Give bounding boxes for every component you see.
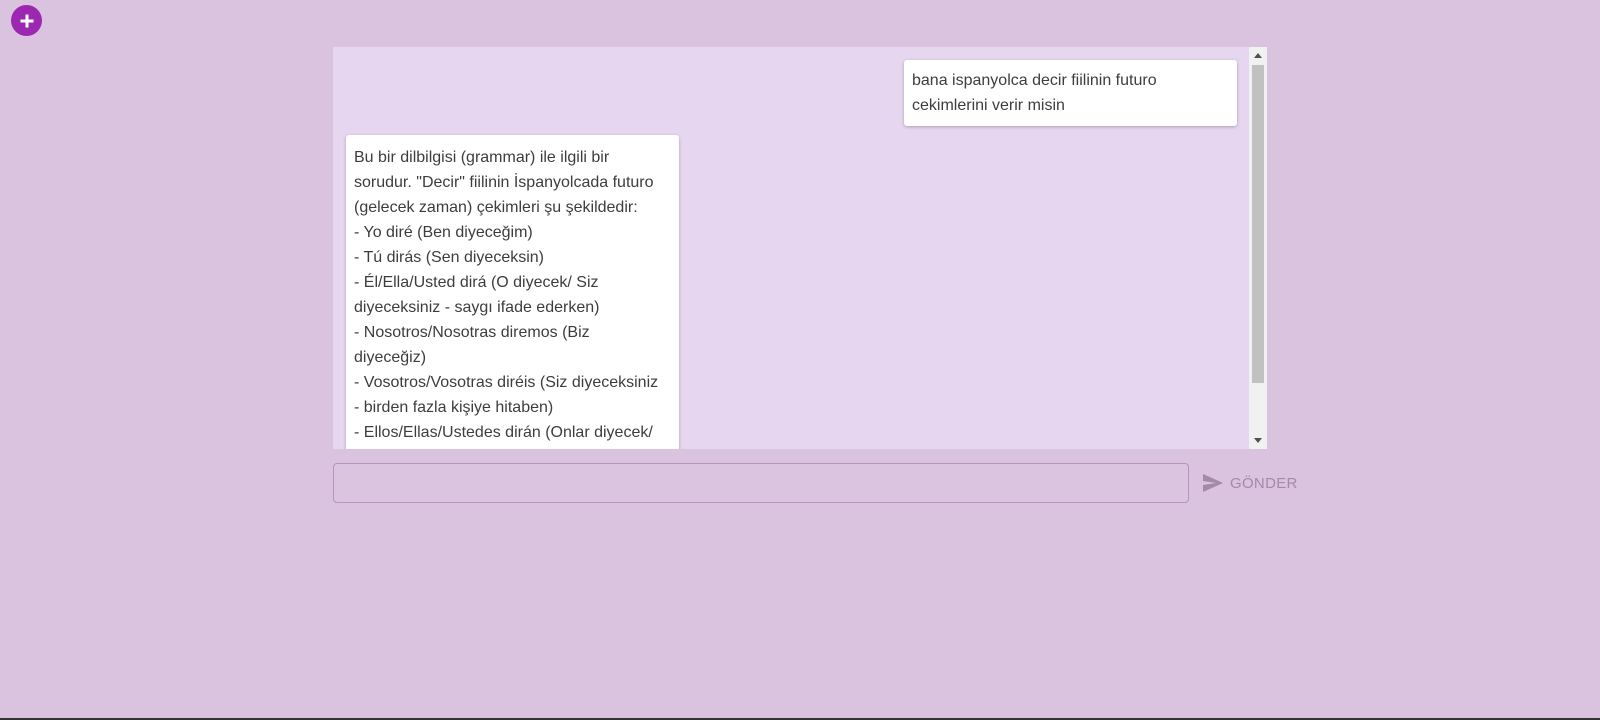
message-line: - Vosotros/Vosotras diréis (Siz diyeceks… xyxy=(354,374,659,391)
message-line: (gelecek zaman) çekimleri şu şekildedir: xyxy=(354,199,638,216)
send-button[interactable]: GÖNDER xyxy=(1191,463,1298,503)
message-line: diyeceksiniz - saygı ifade ederken) xyxy=(354,299,600,316)
send-button-label: GÖNDER xyxy=(1230,474,1298,492)
plus-icon xyxy=(19,13,35,29)
chat-scrollbar[interactable] xyxy=(1249,47,1267,449)
message-line: - Nosotros/Nosotras diremos (Biz xyxy=(354,324,590,341)
assistant-message: Bu bir dilbilgisi (grammar) ile ilgili b… xyxy=(346,135,679,449)
message-line: diyeceğiz) xyxy=(354,349,427,366)
message-line: - Él/Ella/Usted dirá (O diyecek/ Siz xyxy=(354,274,599,291)
scrollbar-thumb[interactable] xyxy=(1252,65,1264,383)
message-line: - Yo diré (Ben diyeceğim) xyxy=(354,224,533,241)
message-input[interactable] xyxy=(333,463,1189,503)
message-line: bana ispanyolca decir fiilinin futuro xyxy=(912,72,1157,89)
scroll-up-arrow-icon[interactable] xyxy=(1249,48,1267,64)
user-message: bana ispanyolca decir fiilinin futuro ce… xyxy=(904,60,1237,126)
composer: GÖNDER xyxy=(333,463,1298,503)
message-line: sorudur. "Decir" fiilinin İspanyolcada f… xyxy=(354,174,654,191)
chat-window: bana ispanyolca decir fiilinin futuro ce… xyxy=(333,47,1267,449)
message-line: - Tú dirás (Sen diyeceksin) xyxy=(354,249,544,266)
send-icon xyxy=(1203,474,1223,492)
chat-messages[interactable]: bana ispanyolca decir fiilinin futuro ce… xyxy=(333,47,1249,449)
message-line: Bu bir dilbilgisi (grammar) ile ilgili b… xyxy=(354,149,610,166)
scroll-down-arrow-icon[interactable] xyxy=(1249,432,1267,448)
message-line: cekimlerini verir misin xyxy=(912,97,1065,114)
message-line: - Ellos/Ellas/Ustedes dirán (Onlar diyec… xyxy=(354,424,653,441)
new-chat-button[interactable] xyxy=(11,5,42,36)
message-line: - birden fazla kişiye hitaben) xyxy=(354,399,554,416)
